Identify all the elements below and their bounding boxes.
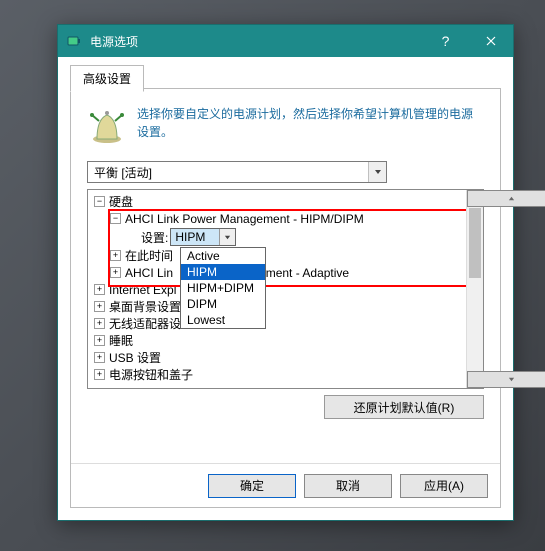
expand-icon[interactable]: +	[110, 267, 121, 278]
settings-tree[interactable]: − 硬盘 − AHCI Link Power Management - HIPM…	[88, 190, 466, 388]
tab-advanced[interactable]: 高级设置	[70, 65, 144, 92]
tree-node-wireless[interactable]: + 无线适配器设置	[88, 315, 466, 332]
expand-icon[interactable]: +	[94, 318, 105, 329]
restore-defaults-button[interactable]: 还原计划默认值(R)	[324, 395, 484, 419]
tree-node-hard-disk[interactable]: − 硬盘	[88, 193, 466, 210]
power-plan-select[interactable]: 平衡 [活动]	[87, 161, 387, 183]
question-icon: ?	[442, 33, 450, 49]
tree-node-desktop-bg[interactable]: + 桌面背景设置	[88, 298, 466, 315]
chevron-down-icon	[368, 162, 386, 182]
dropdown-option[interactable]: DIPM	[181, 296, 265, 312]
client-area: 高级设置 选择你要自定义的电源计划，然后选择你希望计算机管理的电源设置。	[58, 57, 513, 520]
dropdown-option[interactable]: Active	[181, 248, 265, 264]
scroll-down-icon[interactable]	[467, 371, 545, 388]
dropdown-option[interactable]: HIPM	[181, 264, 265, 280]
help-button[interactable]: ?	[423, 25, 468, 57]
power-plan-value: 平衡 [活动]	[88, 164, 368, 181]
scroll-up-icon[interactable]	[467, 190, 545, 207]
collapse-icon[interactable]: −	[94, 196, 105, 207]
tree-node-ahci-adaptive[interactable]: + AHCI Lin ement - Adaptive	[88, 264, 466, 281]
setting-value-dropdown[interactable]: Active HIPM HIPM+DIPM DIPM Lowest	[180, 247, 266, 329]
expand-icon[interactable]: +	[94, 284, 105, 295]
intro-text: 选择你要自定义的电源计划，然后选择你希望计算机管理的电源设置。	[137, 105, 484, 145]
close-icon	[486, 36, 496, 46]
dropdown-option[interactable]: HIPM+DIPM	[181, 280, 265, 296]
power-options-dialog: 电源选项 ? 高级设置	[57, 24, 514, 521]
tree-node-ahci-hipm-dipm[interactable]: − AHCI Link Power Management - HIPM/DIPM	[88, 210, 466, 227]
close-button[interactable]	[468, 25, 513, 57]
tree-node-sleep[interactable]: + 睡眠	[88, 332, 466, 349]
tree-node-power-button[interactable]: + 电源按钮和盖子	[88, 366, 466, 383]
dialog-button-bar: 确定 取消 应用(A)	[71, 463, 500, 507]
tree-node-setting[interactable]: 设置: HIPM	[88, 227, 466, 247]
chevron-down-icon	[219, 229, 235, 245]
tree-node-idle-time[interactable]: + 在此时间	[88, 247, 466, 264]
expand-icon[interactable]: +	[110, 250, 121, 261]
apply-button[interactable]: 应用(A)	[400, 474, 488, 498]
window-title: 电源选项	[90, 33, 423, 50]
tab-strip: 高级设置	[70, 65, 144, 92]
settings-tree-container: − 硬盘 − AHCI Link Power Management - HIPM…	[87, 189, 484, 389]
setting-value-select[interactable]: HIPM	[170, 228, 236, 246]
ok-button[interactable]: 确定	[208, 474, 296, 498]
expand-icon[interactable]: +	[94, 369, 105, 380]
vertical-scrollbar[interactable]	[466, 190, 483, 388]
power-icon	[66, 33, 82, 49]
expand-icon[interactable]: +	[94, 352, 105, 363]
expand-icon[interactable]: +	[94, 301, 105, 312]
titlebar: 电源选项 ?	[58, 25, 513, 57]
scroll-thumb[interactable]	[469, 208, 481, 278]
cancel-button[interactable]: 取消	[304, 474, 392, 498]
dropdown-option[interactable]: Lowest	[181, 312, 265, 328]
battery-plan-icon	[87, 105, 127, 145]
expand-icon[interactable]: +	[94, 335, 105, 346]
tree-node-usb[interactable]: + USB 设置	[88, 349, 466, 366]
setting-value: HIPM	[171, 229, 219, 245]
tab-panel-advanced: 选择你要自定义的电源计划，然后选择你希望计算机管理的电源设置。 平衡 [活动] …	[70, 88, 501, 508]
tree-node-ie[interactable]: + Internet Expl	[88, 281, 466, 298]
collapse-icon[interactable]: −	[110, 213, 121, 224]
intro-row: 选择你要自定义的电源计划，然后选择你希望计算机管理的电源设置。	[87, 105, 484, 145]
